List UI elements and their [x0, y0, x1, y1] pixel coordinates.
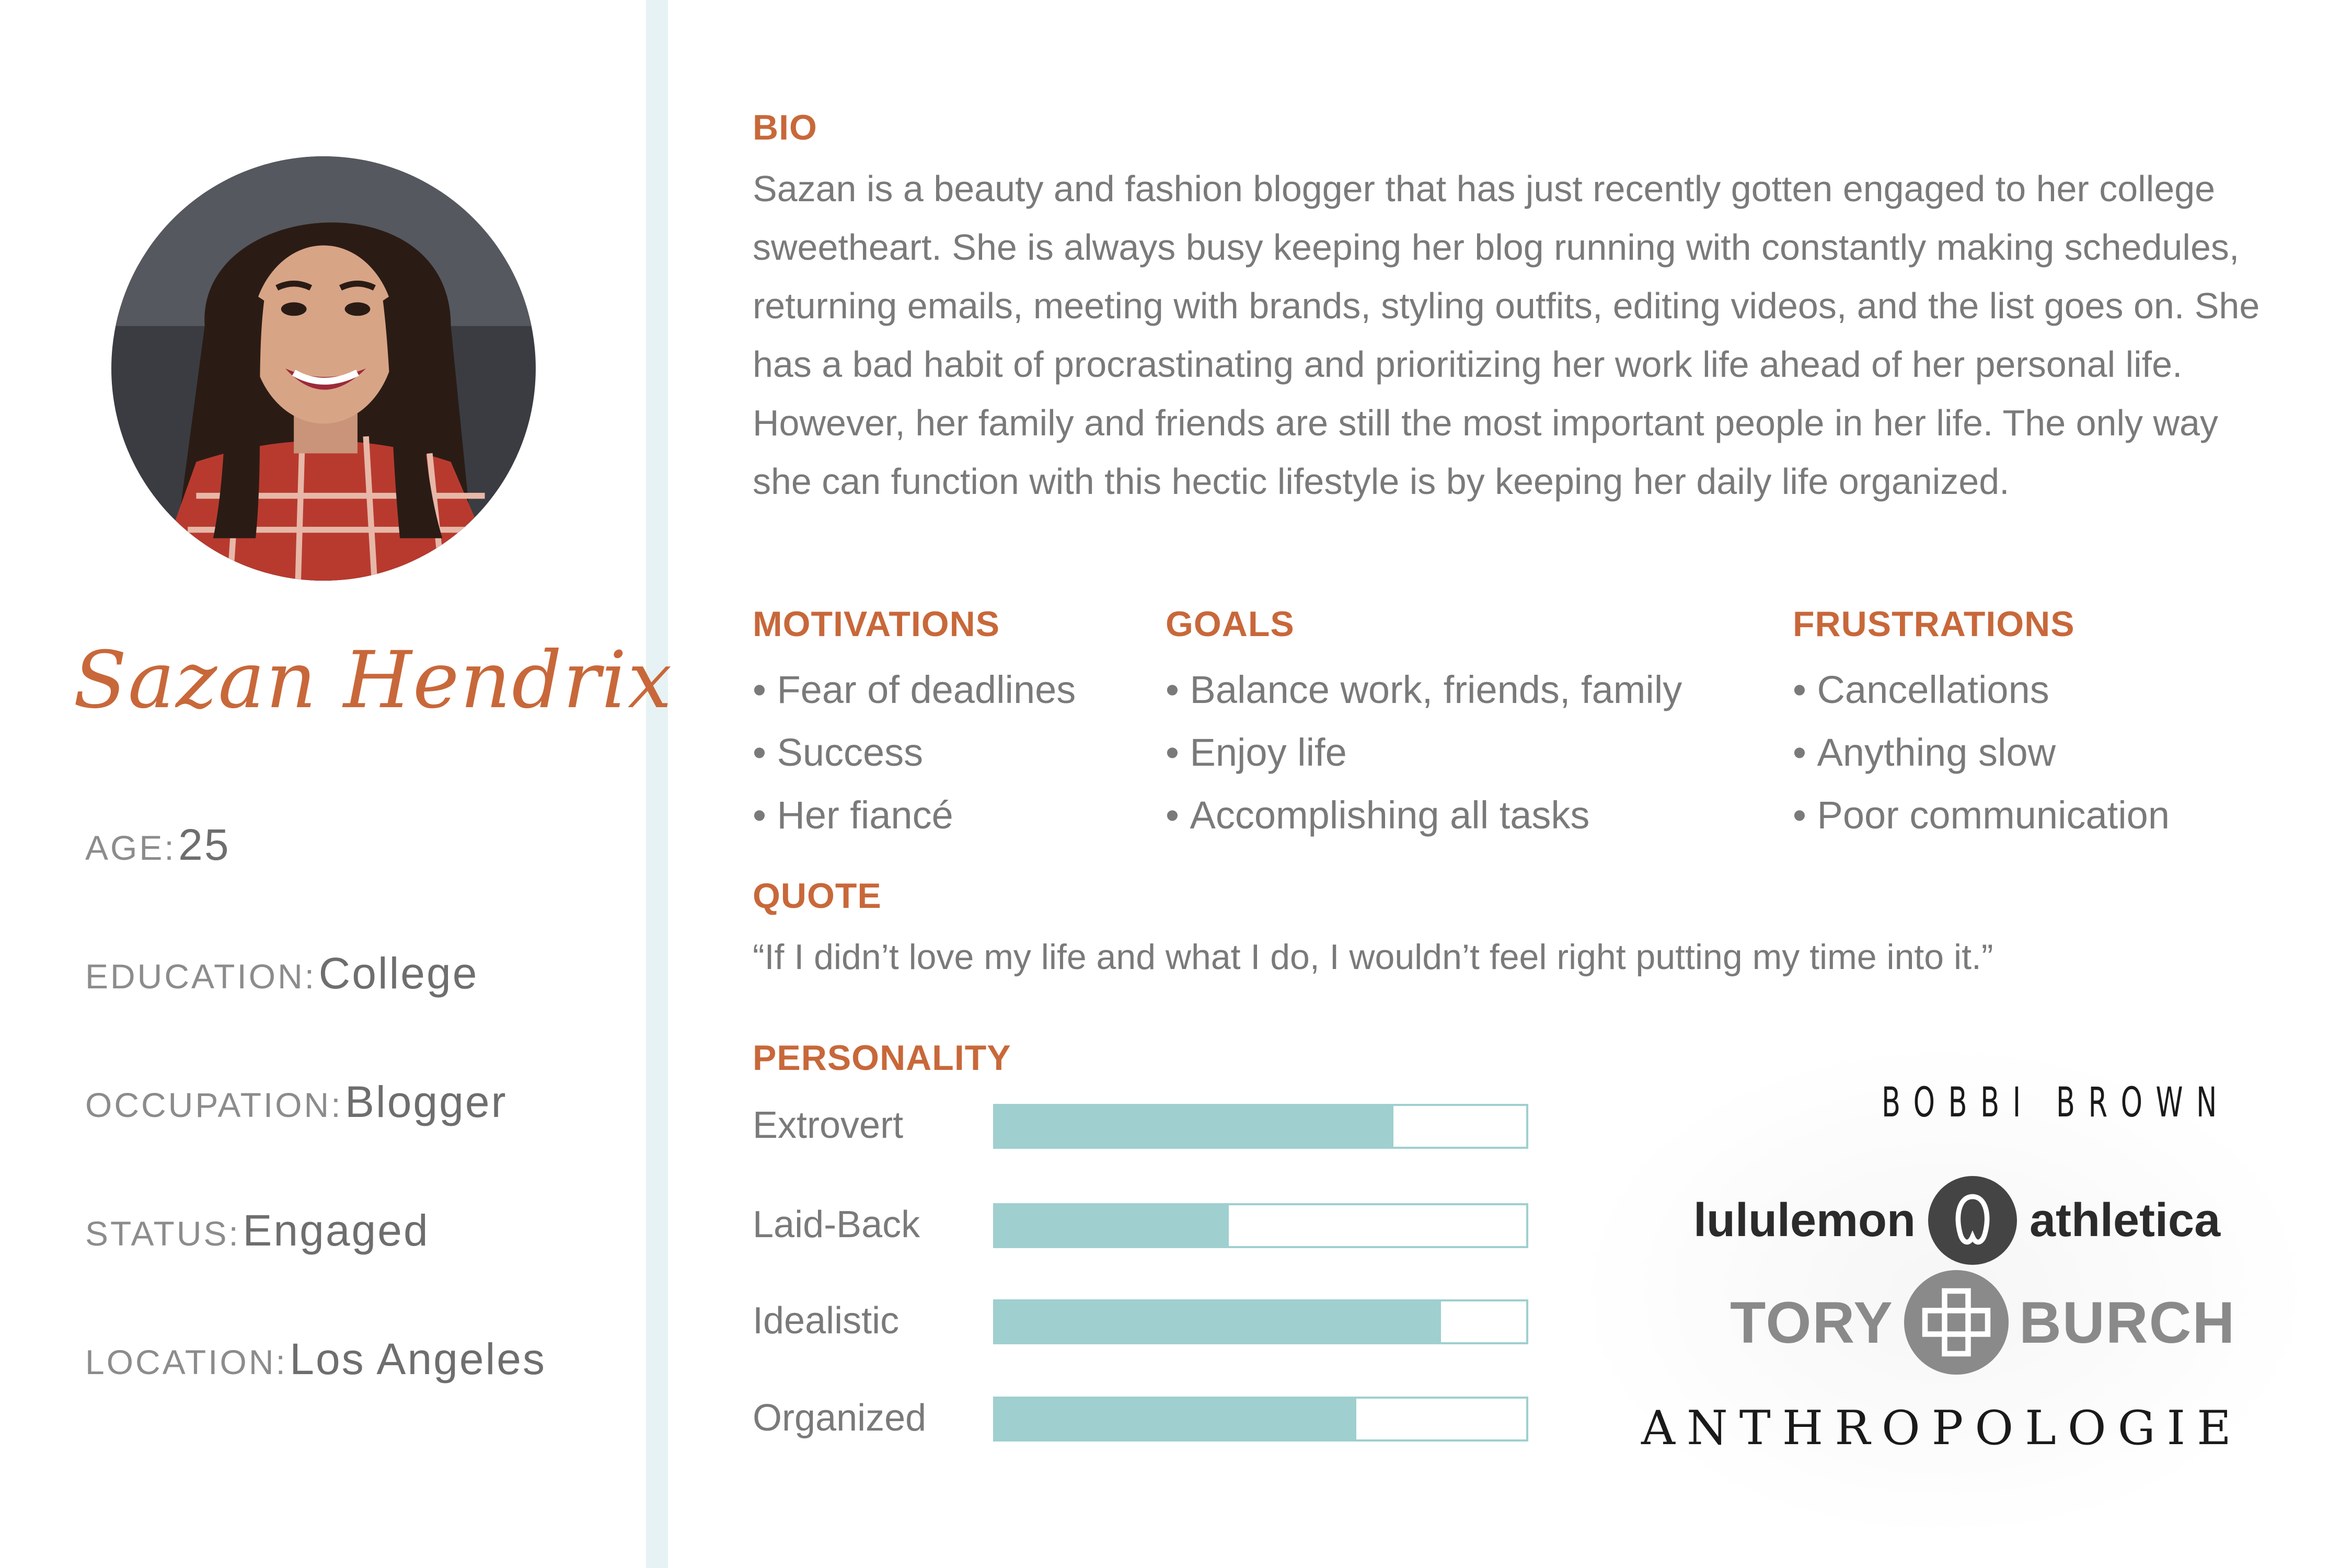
- trait-bar-fill: [995, 1205, 1229, 1246]
- tory-wordmark: TORY: [1730, 1289, 1894, 1355]
- trait-label: Laid-Back: [753, 1204, 920, 1246]
- fact-value: Engaged: [243, 1206, 430, 1255]
- persona-name: Sazan Hendrix: [73, 635, 673, 726]
- lululemon-wordmark: lululemon: [1693, 1194, 1916, 1247]
- fact-label: AGE:: [85, 828, 176, 867]
- profile-photo: [111, 156, 536, 581]
- trait-bar-fill: [995, 1399, 1356, 1439]
- trait-bar-extrovert: [993, 1104, 1528, 1149]
- personality-heading: PERSONALITY: [753, 1038, 1011, 1078]
- fact-status: STATUS: Engaged: [85, 1205, 430, 1256]
- list-item: Balance work, friends, family: [1166, 659, 1682, 721]
- lululemon-icon: [1928, 1176, 2017, 1265]
- burch-wordmark: BURCH: [2019, 1289, 2236, 1355]
- trait-bar-fill: [995, 1106, 1393, 1147]
- trait-bar-laid-back: [993, 1203, 1528, 1248]
- list-item: Anything slow: [1793, 721, 2170, 784]
- anthropologie-logo: ANTHROPOLOGIE: [1641, 1401, 2243, 1456]
- bio-text: Sazan is a beauty and fashion blogger th…: [753, 168, 2260, 502]
- fact-value: 25: [178, 820, 230, 869]
- fact-education: EDUCATION: College: [85, 948, 478, 999]
- frustrations-list: Cancellations Anything slow Poor communi…: [1793, 659, 2170, 847]
- goals-list: Balance work, friends, family Enjoy life…: [1166, 659, 1682, 847]
- list-item: Success: [753, 721, 1076, 784]
- portrait-illustration: [111, 156, 536, 581]
- motivations-heading: MOTIVATIONS: [753, 604, 1000, 644]
- trait-bar-fill: [995, 1301, 1442, 1342]
- fact-location: LOCATION: Los Angeles: [85, 1334, 546, 1385]
- tory-burch-icon: [1904, 1270, 2009, 1375]
- trait-label: Extrovert: [753, 1104, 904, 1146]
- motivations-list: Fear of deadlines Success Her fiancé: [753, 659, 1076, 847]
- fact-occupation: OCCUPATION: Blogger: [85, 1077, 508, 1127]
- list-item: Her fiancé: [753, 784, 1076, 847]
- fact-value: Los Angeles: [290, 1334, 546, 1383]
- fact-age: AGE: 25: [85, 820, 230, 870]
- trait-bar-organized: [993, 1397, 1528, 1442]
- list-item: Cancellations: [1793, 659, 2170, 721]
- trait-bar-idealistic: [993, 1299, 1528, 1344]
- bobbi-brown-logo: BOBBI BROWN: [1882, 1079, 2230, 1126]
- fact-value: Blogger: [345, 1077, 508, 1126]
- quote-text: “If I didn’t love my life and what I do,…: [753, 937, 1993, 977]
- athletica-wordmark: athletica: [2030, 1194, 2221, 1247]
- list-item: Poor communication: [1793, 784, 2170, 847]
- goals-heading: GOALS: [1166, 604, 1295, 644]
- quote-heading: QUOTE: [753, 876, 882, 916]
- trait-label: Idealistic: [753, 1300, 900, 1342]
- fact-label: EDUCATION:: [85, 957, 317, 996]
- bio-heading: BIO: [753, 108, 817, 147]
- lululemon-logo: lululemon athletica: [1693, 1176, 2220, 1265]
- list-item: Enjoy life: [1166, 721, 1682, 784]
- list-item: Fear of deadlines: [753, 659, 1076, 721]
- fact-label: STATUS:: [85, 1214, 240, 1253]
- fact-label: OCCUPATION:: [85, 1086, 343, 1124]
- frustrations-heading: FRUSTRATIONS: [1793, 604, 2075, 644]
- list-item: Accomplishing all tasks: [1166, 784, 1682, 847]
- fact-value: College: [318, 949, 479, 998]
- brand-logos: BOBBI BROWN lululemon athletica TORY BUR…: [1573, 1040, 2315, 1542]
- tory-burch-logo: TORY BURCH: [1730, 1270, 2235, 1375]
- fact-label: LOCATION:: [85, 1343, 287, 1381]
- column-divider: [646, 0, 668, 1568]
- trait-label: Organized: [753, 1397, 927, 1439]
